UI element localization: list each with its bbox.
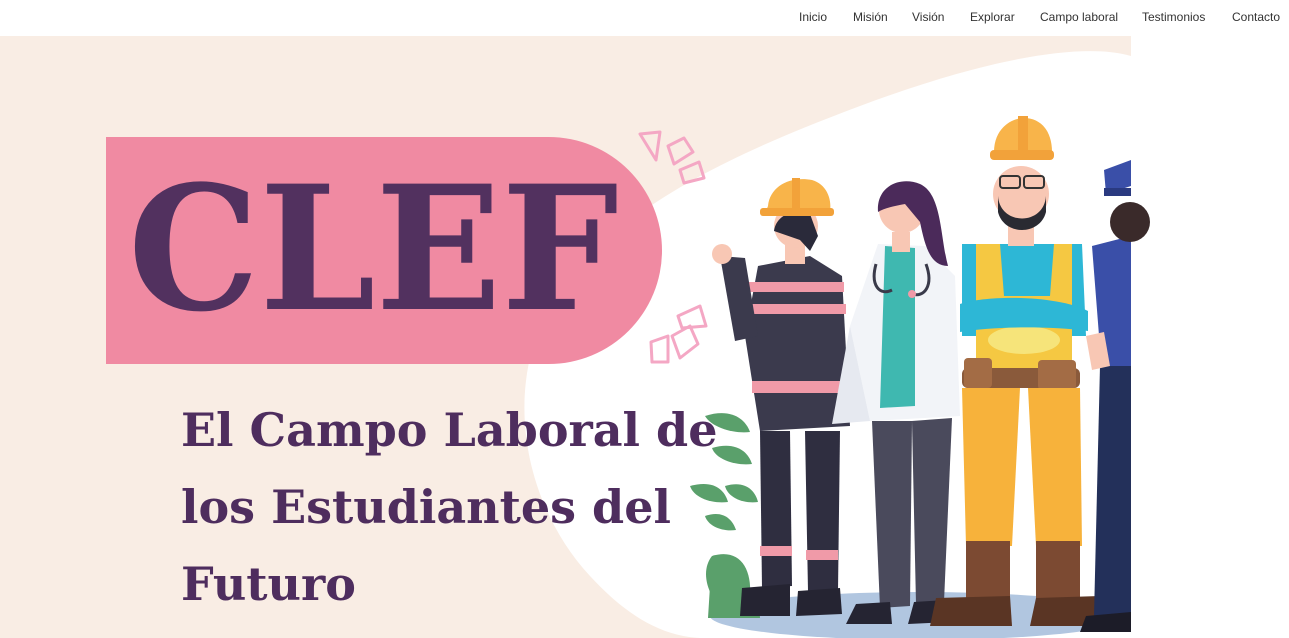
nav-link-contacto[interactable]: Contacto bbox=[1232, 10, 1280, 24]
police-officer-figure bbox=[1080, 160, 1150, 632]
nav-link-testimonios[interactable]: Testimonios bbox=[1142, 10, 1205, 24]
nav-link-vision[interactable]: Visión bbox=[912, 10, 944, 24]
nav-link-explorar[interactable]: Explorar bbox=[970, 10, 1015, 24]
doctor-figure bbox=[832, 181, 960, 624]
top-navigation-bar: Inicio Misión Visión Explorar Campo labo… bbox=[0, 0, 1289, 36]
nav-link-mision[interactable]: Misión bbox=[853, 10, 888, 24]
firefighter-figure bbox=[712, 178, 850, 616]
nav-link-campo-laboral[interactable]: Campo laboral bbox=[1040, 10, 1118, 24]
main-nav: Inicio Misión Visión Explorar Campo labo… bbox=[0, 0, 1289, 36]
nav-link-inicio[interactable]: Inicio bbox=[799, 10, 827, 24]
workers-illustration-icon bbox=[690, 116, 1150, 638]
hero-section: CLEF El Campo Laboral de los Estudiantes… bbox=[0, 36, 1289, 638]
